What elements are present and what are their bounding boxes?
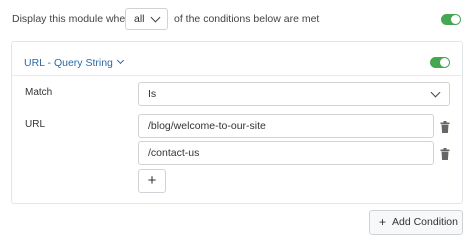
module-enabled-toggle[interactable] [441,14,461,25]
toggle-knob [451,15,460,24]
condition-type-dropdown[interactable]: URL - Query String [24,56,124,69]
url-label: URL [25,119,46,130]
match-operator-select[interactable]: Is [138,82,450,106]
match-operator-value: Is [148,88,157,100]
add-url-value-button[interactable]: + [138,169,166,193]
match-mode-value: all [134,13,145,25]
trash-icon[interactable] [440,148,450,160]
trash-icon[interactable] [440,121,450,133]
chevron-down-icon [430,87,441,98]
condition-enabled-toggle[interactable] [430,57,450,68]
condition-type-label: URL - Query String [24,57,113,69]
add-condition-button[interactable]: + Add Condition [369,210,463,235]
plus-icon: + [379,215,387,229]
display-rule-suffix: of the conditions below are met [174,13,320,25]
match-mode-select[interactable]: all [125,8,168,30]
add-condition-label: Add Condition [392,216,458,228]
display-rule-prefix: Display this module when [12,13,132,25]
url-value-input[interactable]: /contact-us [138,141,434,165]
toggle-knob [440,58,449,67]
url-value-input[interactable]: /blog/welcome-to-our-site [138,114,434,138]
condition-header: URL - Query String [12,42,462,76]
display-rule-row: Display this module when all of the cond… [0,0,474,37]
chevron-down-icon [116,56,124,65]
condition-panel: URL - Query String Match Is URL /blog/we… [11,41,463,204]
match-label: Match [25,87,53,98]
chevron-down-icon [150,12,161,23]
plus-icon: + [147,172,157,189]
